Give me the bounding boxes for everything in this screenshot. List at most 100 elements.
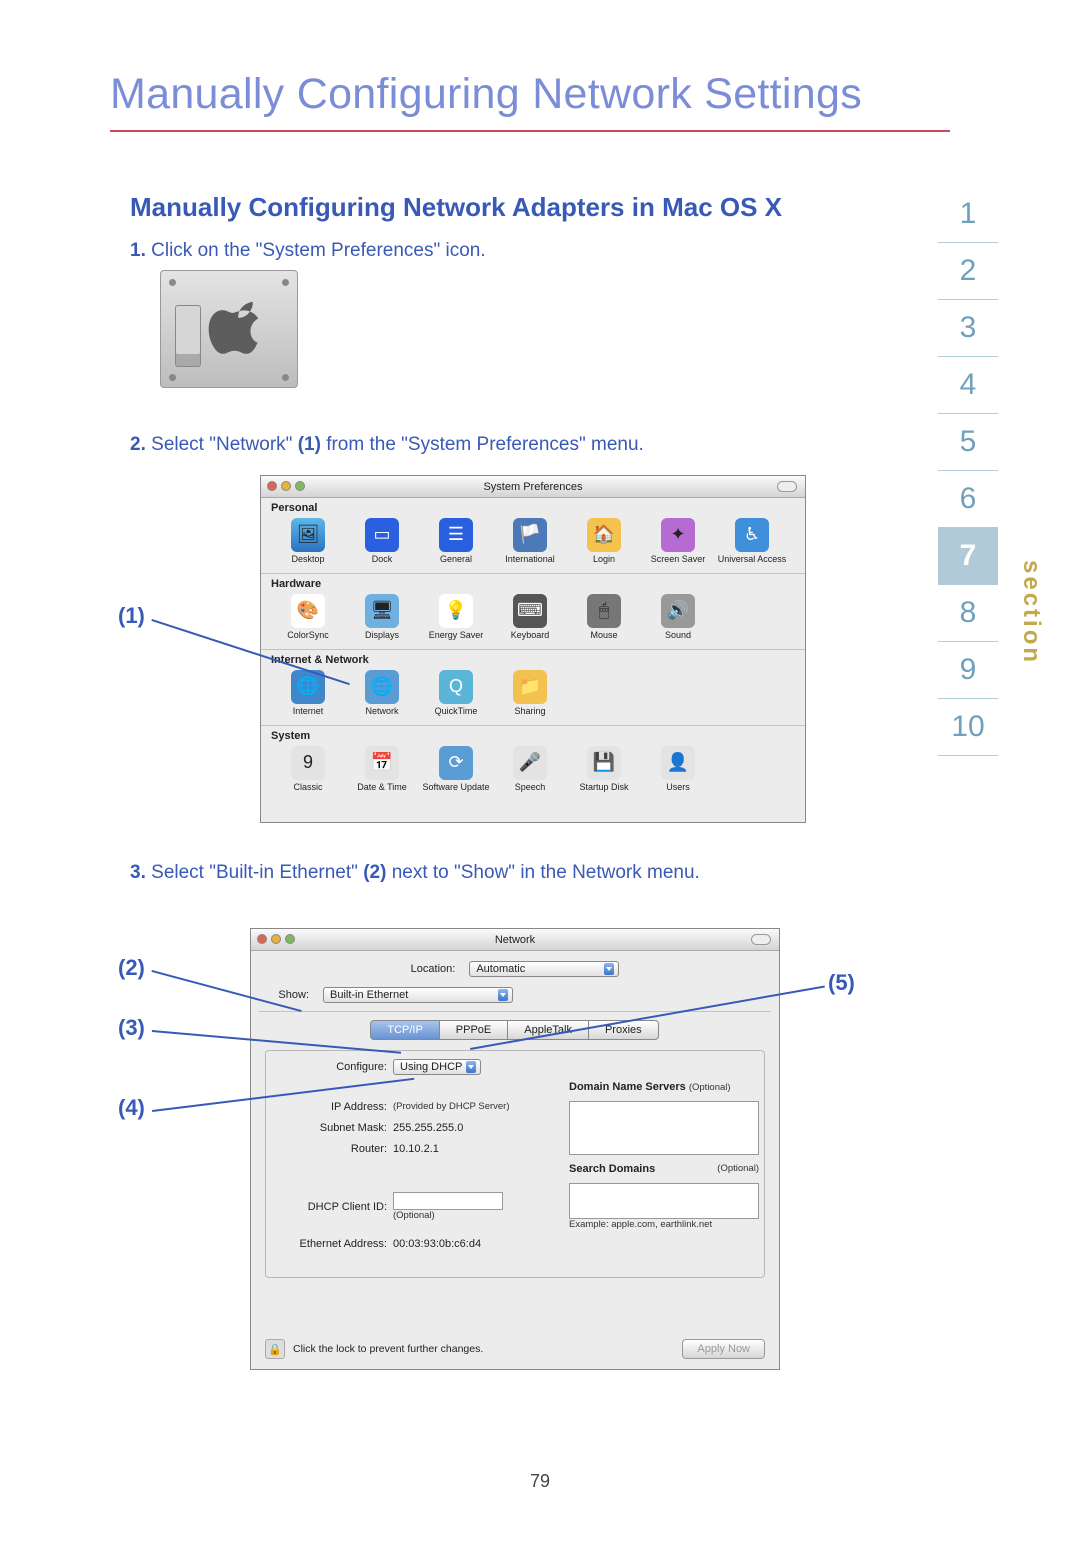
minimize-icon[interactable] — [271, 934, 281, 944]
step-2-num: 2. — [130, 434, 146, 455]
section-nav-3[interactable]: 3 — [938, 299, 998, 356]
router-value: 10.10.2.1 — [393, 1143, 553, 1155]
configure-select[interactable]: Using DHCP — [393, 1059, 481, 1075]
tcpip-panel: Configure: Using DHCP Domain Name Server… — [265, 1050, 765, 1278]
minimize-icon[interactable] — [281, 481, 291, 491]
pref-quicktime[interactable]: QQuickTime — [419, 670, 493, 717]
prefs-heading-system: System — [271, 730, 795, 742]
pref-mouse[interactable]: 🖱Mouse — [567, 594, 641, 641]
callout-4: (4) — [118, 1095, 145, 1121]
pref-screensaver[interactable]: ✦Screen Saver — [641, 518, 715, 565]
title-rule — [110, 130, 950, 132]
zoom-icon[interactable] — [295, 481, 305, 491]
step-1: 1. Click on the "System Preferences" ico… — [130, 238, 770, 265]
dns-example: Example: apple.com, earthlink.net — [569, 1219, 759, 1230]
prefs-personal-section: Personal 🖼Desktop ▭Dock ☰General 🏳️Inter… — [261, 498, 805, 574]
searchdomains-label: Search Domains — [569, 1163, 655, 1175]
prefs-internet-section: Internet & Network 🌐Internet 🌐Network QQ… — [261, 650, 805, 726]
window-title: System Preferences — [483, 481, 582, 493]
eth-value: 00:03:93:0b:c6:d4 — [393, 1238, 759, 1250]
pref-classic[interactable]: 9Classic — [271, 746, 345, 793]
eth-label: Ethernet Address: — [278, 1238, 393, 1250]
prefs-heading-personal: Personal — [271, 502, 795, 514]
step-3-num: 3. — [130, 862, 146, 883]
dhcp-client-input[interactable] — [393, 1192, 503, 1210]
pref-energy-saver[interactable]: 💡Energy Saver — [419, 594, 493, 641]
pref-general[interactable]: ☰General — [419, 518, 493, 565]
prefs-system-section: System 9Classic 📅Date & Time ⟳Software U… — [261, 726, 805, 801]
callout-5: (5) — [828, 970, 855, 996]
section-nav-2[interactable]: 2 — [938, 242, 998, 299]
location-select[interactable]: Automatic — [469, 961, 619, 977]
location-label: Location: — [411, 963, 462, 975]
tab-tcpip[interactable]: TCP/IP — [370, 1020, 439, 1040]
pref-date-time[interactable]: 📅Date & Time — [345, 746, 419, 793]
close-icon[interactable] — [267, 481, 277, 491]
pref-software-update[interactable]: ⟳Software Update — [419, 746, 493, 793]
section-nav-9[interactable]: 9 — [938, 641, 998, 698]
step-3: 3. Select "Built-in Ethernet" (2) next t… — [130, 860, 770, 887]
dns-label: Domain Name Servers — [569, 1081, 686, 1093]
pref-login[interactable]: 🏠Login — [567, 518, 641, 565]
toolbar-toggle-icon[interactable] — [777, 481, 797, 492]
step-3-suffix: next to "Show" in the Network menu. — [386, 862, 699, 883]
network-window: Network Location: Automatic Show: Built-… — [250, 928, 780, 1370]
section-nav-10[interactable]: 10 — [938, 698, 998, 756]
dhcp-label: DHCP Client ID: — [278, 1201, 393, 1213]
pref-speech[interactable]: 🎤Speech — [493, 746, 567, 793]
system-preferences-icon-image — [160, 270, 298, 388]
pref-users[interactable]: 👤Users — [641, 746, 715, 793]
pref-network[interactable]: 🌐Network — [345, 670, 419, 717]
router-label: Router: — [278, 1143, 393, 1155]
section-nav: 1 2 3 4 5 6 7 8 9 10 — [938, 186, 998, 756]
section-nav-6[interactable]: 6 — [938, 470, 998, 527]
section-nav-4[interactable]: 4 — [938, 356, 998, 413]
show-select[interactable]: Built-in Ethernet — [323, 987, 513, 1003]
apply-now-button[interactable]: Apply Now — [682, 1339, 765, 1359]
zoom-icon[interactable] — [285, 934, 295, 944]
searchdomains-optional: (Optional) — [717, 1163, 759, 1174]
dns-textarea[interactable] — [569, 1101, 759, 1155]
toolbar-toggle-icon[interactable] — [751, 934, 771, 945]
system-preferences-window: System Preferences Personal 🖼Desktop ▭Do… — [260, 475, 806, 823]
dhcp-optional: (Optional) — [393, 1210, 553, 1221]
pref-internet[interactable]: 🌐Internet — [271, 670, 345, 717]
step-2-prefix: Select "Network" — [151, 434, 298, 455]
tab-pppoe[interactable]: PPPoE — [439, 1020, 508, 1040]
lock-icon[interactable]: 🔒 — [265, 1339, 285, 1359]
window-titlebar: System Preferences — [261, 476, 805, 498]
section-nav-1[interactable]: 1 — [938, 186, 998, 242]
pref-universal-access[interactable]: ♿︎Universal Access — [715, 518, 789, 565]
pref-international[interactable]: 🏳️International — [493, 518, 567, 565]
show-label: Show: — [263, 989, 315, 1001]
pref-keyboard[interactable]: ⌨︎Keyboard — [493, 594, 567, 641]
network-titlebar: Network — [251, 929, 779, 951]
tab-proxies[interactable]: Proxies — [588, 1020, 659, 1040]
step-3-bold: (2) — [363, 862, 386, 883]
section-nav-8[interactable]: 8 — [938, 584, 998, 641]
pref-sharing[interactable]: 📁Sharing — [493, 670, 567, 717]
subtitle: Manually Configuring Network Adapters in… — [130, 192, 782, 223]
searchdomains-textarea[interactable] — [569, 1183, 759, 1219]
step-1-num: 1. — [130, 240, 146, 261]
section-nav-7[interactable]: 7 — [938, 527, 998, 584]
section-nav-5[interactable]: 5 — [938, 413, 998, 470]
callout-3: (3) — [118, 1015, 145, 1041]
close-icon[interactable] — [257, 934, 267, 944]
prefs-heading-internet: Internet & Network — [271, 654, 795, 666]
pref-startup-disk[interactable]: 💾Startup Disk — [567, 746, 641, 793]
pref-dock[interactable]: ▭Dock — [345, 518, 419, 565]
pref-colorsync[interactable]: 🎨ColorSync — [271, 594, 345, 641]
pref-desktop[interactable]: 🖼Desktop — [271, 518, 345, 565]
pref-displays[interactable]: 🖥Displays — [345, 594, 419, 641]
prefs-heading-hardware: Hardware — [271, 578, 795, 590]
section-label: section — [1017, 560, 1045, 665]
callout-1: (1) — [118, 603, 145, 629]
page-number: 79 — [0, 1471, 1080, 1492]
pref-sound[interactable]: 🔊Sound — [641, 594, 715, 641]
page-title: Manually Configuring Network Settings — [110, 70, 862, 119]
ip-note: (Provided by DHCP Server) — [393, 1102, 553, 1112]
prefs-hardware-section: Hardware 🎨ColorSync 🖥Displays 💡Energy Sa… — [261, 574, 805, 650]
ip-label: IP Address: — [278, 1101, 393, 1113]
dns-optional: (Optional) — [689, 1082, 731, 1093]
